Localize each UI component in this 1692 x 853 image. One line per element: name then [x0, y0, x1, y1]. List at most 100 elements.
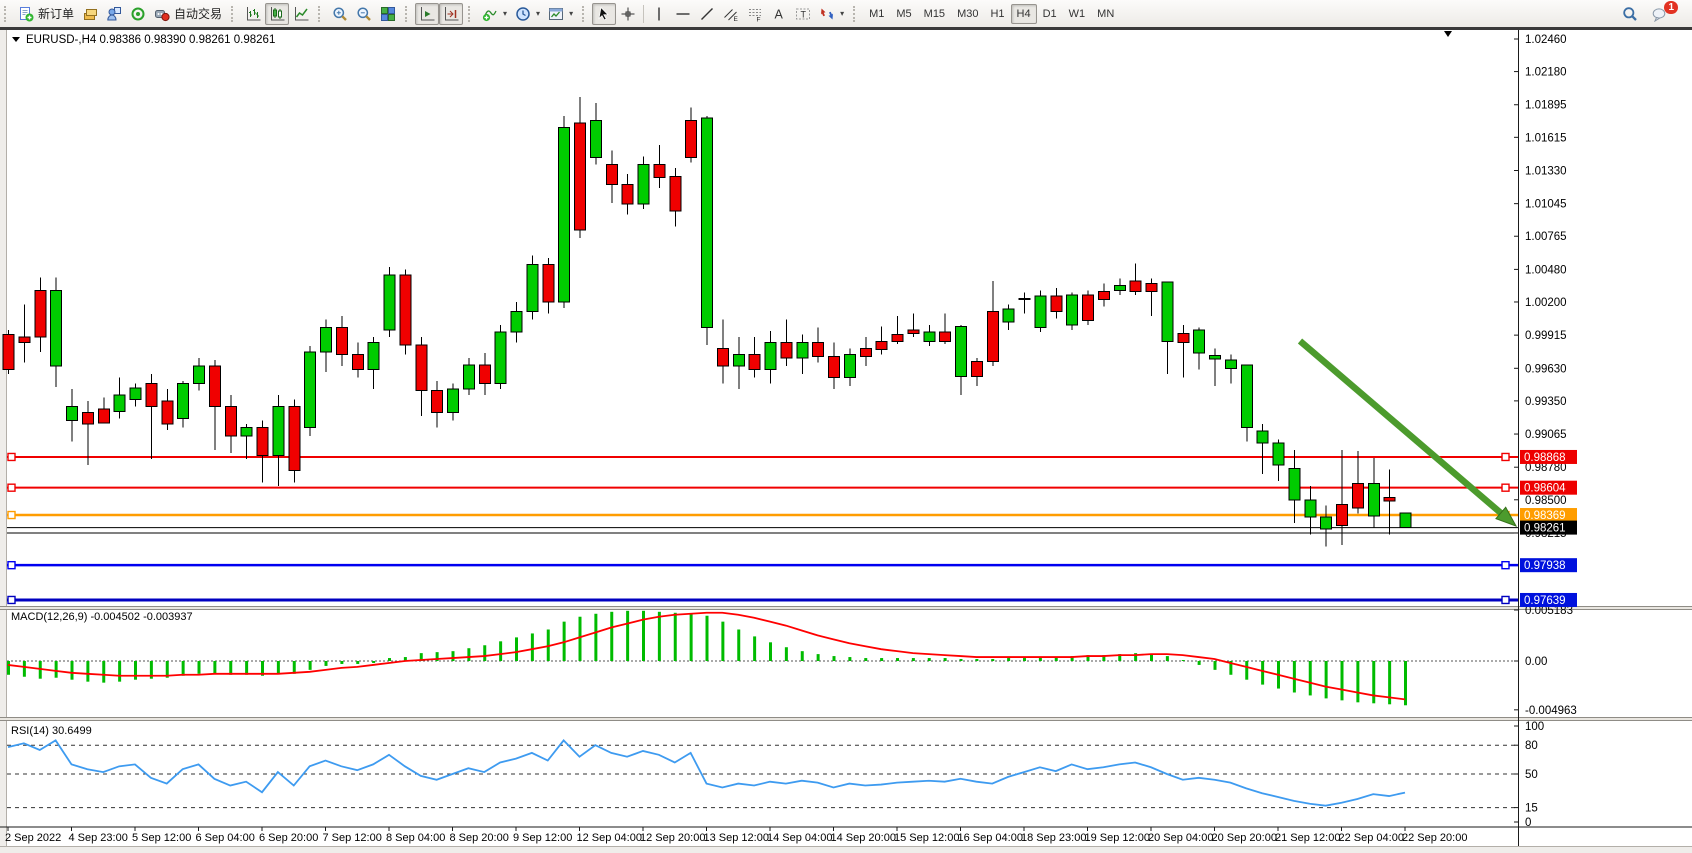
time-axis-label: 20 Sep 04:00	[1148, 832, 1213, 844]
chart-gallery-button[interactable]	[78, 3, 102, 25]
chart-shift-button[interactable]	[439, 3, 463, 25]
text-label-button[interactable]: T	[791, 3, 815, 25]
fibo-icon: F	[747, 6, 763, 22]
timeframe-m30-button[interactable]: M30	[951, 4, 984, 24]
chart-window: 1.024601.021801.018951.016151.013301.010…	[0, 0, 1692, 853]
candle-body	[1130, 281, 1141, 291]
periods-button[interactable]: ▾	[511, 3, 544, 25]
svg-text:E: E	[734, 16, 739, 22]
price-axis-label: 1.01045	[1525, 199, 1567, 211]
candle-body	[829, 357, 840, 378]
svg-text:T: T	[801, 9, 807, 19]
autoscroll-icon	[419, 6, 435, 22]
candle-body	[1067, 295, 1078, 325]
candle-body	[51, 290, 62, 366]
line-handle[interactable]	[1502, 596, 1509, 603]
periods-caret-icon[interactable]: ▾	[536, 9, 540, 18]
fibonacci-button[interactable]: F	[743, 3, 767, 25]
market-signal-button[interactable]	[126, 3, 150, 25]
candle-body	[400, 275, 411, 345]
timeframe-m1-button[interactable]: M1	[863, 4, 890, 24]
timeframe-w1-button[interactable]: W1	[1063, 4, 1092, 24]
candle-body	[559, 127, 570, 302]
line-handle[interactable]	[1502, 453, 1509, 460]
candle-body	[813, 343, 824, 357]
candle-body	[1368, 483, 1379, 516]
time-axis-label: 12 Sep 04:00	[577, 832, 642, 844]
candle-body	[178, 383, 189, 418]
toolbar-right: 1	[1618, 3, 1692, 25]
tile-windows-button[interactable]	[376, 3, 400, 25]
templates-button[interactable]: ▾	[544, 3, 577, 25]
candle-body	[209, 366, 220, 407]
line-handle[interactable]	[8, 512, 15, 519]
chart-candles-button[interactable]	[265, 3, 289, 25]
price-axis-label: 0.98780	[1525, 462, 1567, 474]
candle-body	[1273, 443, 1284, 465]
new-order-button[interactable]: 新订单	[14, 3, 78, 25]
crosshair-button[interactable]	[616, 3, 640, 25]
vertical-line-button[interactable]	[647, 3, 671, 25]
line-handle[interactable]	[1502, 484, 1509, 491]
candle-body	[1051, 296, 1062, 311]
toolbar-grip	[231, 6, 237, 22]
auto-scroll-button[interactable]	[415, 3, 439, 25]
chart-background	[0, 27, 1692, 853]
chart-bars-button[interactable]	[241, 3, 265, 25]
timeframe-d1-button[interactable]: D1	[1037, 4, 1063, 24]
chart-line-button[interactable]	[289, 3, 313, 25]
price-axis-label: 0.99350	[1525, 396, 1567, 408]
indicators-caret-icon[interactable]: ▾	[503, 9, 507, 18]
timeframe-h1-button[interactable]: H1	[984, 4, 1010, 24]
line-handle[interactable]	[8, 596, 15, 603]
timeframe-m15-button[interactable]: M15	[918, 4, 951, 24]
hline-icon	[675, 6, 691, 22]
zoom-out-button[interactable]	[352, 3, 376, 25]
templates-caret-icon[interactable]: ▾	[569, 9, 573, 18]
candle-body	[336, 328, 347, 355]
profiles-button[interactable]	[102, 3, 126, 25]
candle-body	[765, 343, 776, 370]
zoom-in-button[interactable]	[328, 3, 352, 25]
auto-trading-button[interactable]: 自动交易	[150, 3, 226, 25]
equidistant-channel-button[interactable]: E	[719, 3, 743, 25]
toolbar-separator	[643, 5, 644, 23]
candle-body	[527, 265, 538, 312]
window-top-border	[0, 27, 1692, 30]
time-axis-label: 18 Sep 23:00	[1021, 832, 1086, 844]
candle-body	[114, 395, 125, 411]
line-handle[interactable]	[8, 562, 15, 569]
indicators-icon	[482, 6, 498, 22]
candle-body	[130, 388, 141, 400]
text-button[interactable]: A	[767, 3, 791, 25]
time-axis-label: 8 Sep 04:00	[386, 832, 445, 844]
notifications-button[interactable]: 1	[1648, 3, 1682, 25]
cursor-button[interactable]	[592, 3, 616, 25]
candle-body	[575, 123, 586, 230]
arrows-caret-icon[interactable]: ▾	[840, 9, 844, 18]
candle-body	[3, 335, 14, 370]
tile-icon	[380, 6, 396, 22]
line-handle[interactable]	[1502, 562, 1509, 569]
price-badge-label: 0.98604	[1524, 483, 1566, 495]
candle-body	[543, 265, 554, 302]
arrows-button[interactable]: ▾	[815, 3, 848, 25]
line-handle[interactable]	[8, 484, 15, 491]
candle-body	[670, 176, 681, 211]
time-axis-label: 14 Sep 04:00	[767, 832, 832, 844]
price-axis-label: 0.99630	[1525, 363, 1567, 375]
search-button[interactable]	[1618, 3, 1642, 25]
timeframe-h4-button[interactable]: H4	[1011, 4, 1037, 24]
timeframe-m5-button[interactable]: M5	[890, 4, 917, 24]
candle-body	[241, 428, 252, 436]
macd-scale-label: 0.00	[1525, 656, 1547, 668]
price-axis-label: 1.01895	[1525, 100, 1567, 112]
candle-body	[606, 165, 617, 185]
timeframe-mn-button[interactable]: MN	[1091, 4, 1120, 24]
horizontal-line-button[interactable]	[671, 3, 695, 25]
price-axis-label: 0.99065	[1525, 429, 1567, 441]
line-handle[interactable]	[8, 453, 15, 460]
toolbar: 新订单 自动交易 ▾ ▾ ▾ E FAT ▾ M1M5M15M30H1H4D1W1MN 1	[0, 0, 1692, 27]
indicators-button[interactable]: ▾	[478, 3, 511, 25]
trendline-button[interactable]	[695, 3, 719, 25]
